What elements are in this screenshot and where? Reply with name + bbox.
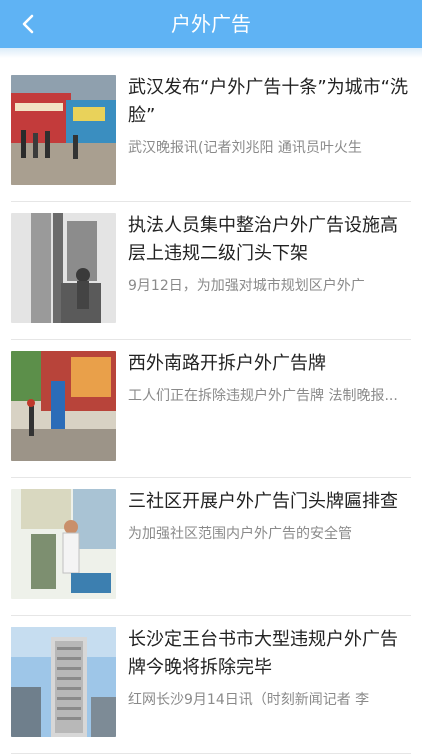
article-headline: 长沙定王台书市大型违规户外广告牌今晚将拆除完毕 (128, 629, 398, 678)
article-item[interactable]: 武汉发布“户外广告十条”为城市“洗脸” 武汉晚报讯(记者刘兆阳 通讯员叶火生 (0, 64, 422, 202)
article-thumbnail (11, 75, 116, 185)
article-summary: 红网长沙9月14日讯（时刻新闻记者 李 (128, 692, 370, 708)
article-item[interactable]: 三社区开展户外广告门头牌匾排查 为加强社区范围内户外广告的安全管 (0, 478, 422, 616)
article-thumbnail (11, 213, 116, 323)
article-thumbnail (11, 627, 116, 737)
article-thumbnail (11, 351, 116, 461)
article-summary: 武汉晚报讯(记者刘兆阳 通讯员叶火生 (128, 140, 362, 156)
article-list: 武汉发布“户外广告十条”为城市“洗脸” 武汉晚报讯(记者刘兆阳 通讯员叶火生 执… (0, 58, 422, 754)
page-title: 户外广告 (171, 12, 251, 36)
article-headline: 执法人员集中整治户外广告设施高层上违规二级门头下架 (128, 215, 398, 264)
article-summary: 工人们正在拆除违规户外广告牌 法制晚报... (128, 388, 398, 404)
header-shadow (0, 48, 422, 58)
article-summary: 为加强社区范围内户外广告的安全管 (128, 526, 352, 542)
article-item[interactable]: 长沙定王台书市大型违规户外广告牌今晚将拆除完毕 红网长沙9月14日讯（时刻新闻记… (0, 616, 422, 754)
article-headline: 西外南路开拆户外广告牌 (128, 353, 326, 374)
article-item[interactable]: 西外南路开拆户外广告牌 工人们正在拆除违规户外广告牌 法制晚报... (0, 340, 422, 478)
article-headline: 三社区开展户外广告门头牌匾排查 (128, 491, 398, 512)
top-bar: 户外广告 (0, 0, 422, 48)
article-summary: 9月12日，为加强对城市规划区户外广 (128, 278, 365, 294)
article-item[interactable]: 执法人员集中整治户外广告设施高层上违规二级门头下架 9月12日，为加强对城市规划… (0, 202, 422, 340)
article-headline: 武汉发布“户外广告十条”为城市“洗脸” (128, 77, 408, 126)
article-thumbnail (11, 489, 116, 599)
